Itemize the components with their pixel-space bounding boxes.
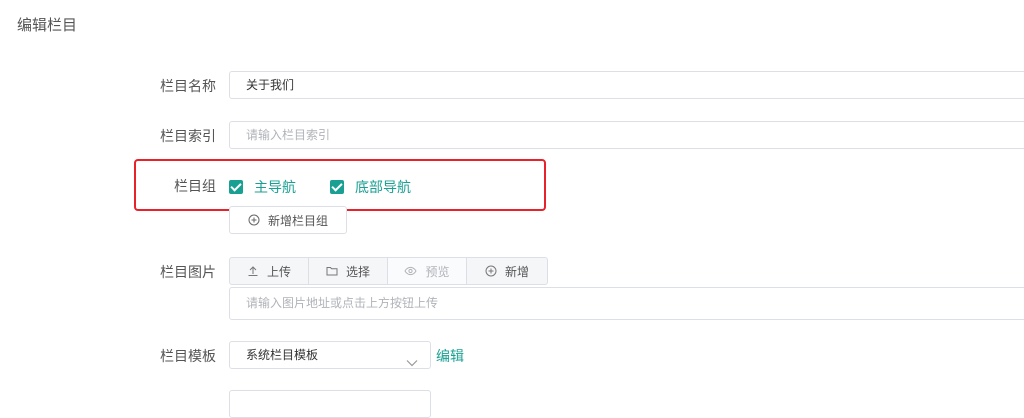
image-label: 栏目图片 [160, 265, 216, 281]
select-label: 选择 [345, 264, 370, 279]
image-button-group: 上传 选择 预览 新增 [229, 257, 548, 285]
add-group-label: 新增栏目组 [267, 213, 328, 228]
annotation-highlight-box [134, 159, 546, 211]
add-group-button[interactable]: 新增栏目组 [229, 206, 347, 234]
template-select[interactable]: 系统栏目模板 [229, 341, 431, 369]
index-label: 栏目索引 [160, 129, 216, 145]
plus-circle-icon [248, 214, 260, 226]
chevron-down-icon [406, 350, 418, 376]
select-button[interactable]: 选择 [309, 257, 388, 285]
index-input[interactable]: 请输入栏目索引 [229, 121, 1024, 149]
image-url-input[interactable]: 请输入图片地址或点击上方按钮上传 [229, 287, 1024, 320]
upload-icon [247, 265, 259, 277]
upload-button[interactable]: 上传 [229, 257, 309, 285]
template-value: 系统栏目模板 [246, 348, 319, 362]
preview-button[interactable]: 预览 [388, 257, 467, 285]
add-image-label: 新增 [504, 264, 529, 279]
name-input[interactable]: 关于我们 [229, 71, 1024, 99]
next-select[interactable] [229, 390, 431, 418]
preview-label: 预览 [425, 264, 450, 279]
template-label: 栏目模板 [160, 349, 216, 365]
add-image-button[interactable]: 新增 [467, 257, 548, 285]
page-title: 编辑栏目 [17, 16, 78, 34]
template-edit-link[interactable]: 编辑 [436, 346, 464, 366]
plus-circle-icon [485, 265, 497, 277]
name-label: 栏目名称 [160, 79, 216, 95]
folder-icon [326, 265, 338, 277]
eye-icon [404, 265, 418, 277]
upload-label: 上传 [266, 264, 291, 279]
